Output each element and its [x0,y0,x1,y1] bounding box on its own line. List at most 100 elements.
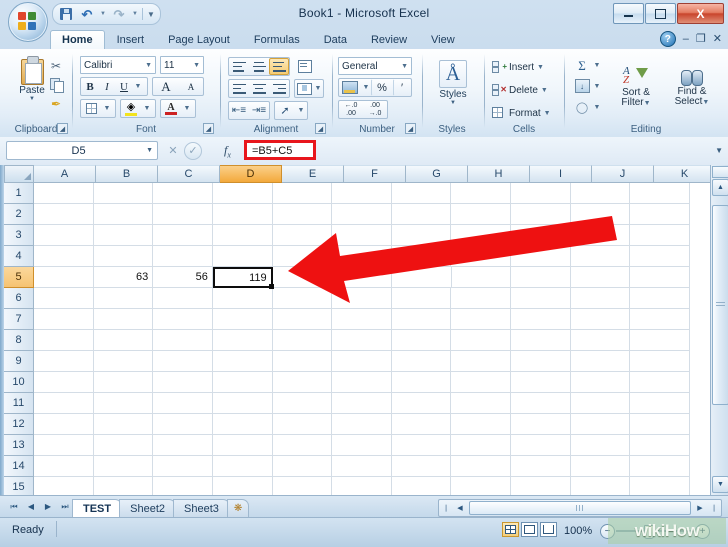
cell-J5[interactable] [570,267,631,288]
formula-input[interactable]: =B5+C5 [252,145,292,157]
cell-D8[interactable] [212,330,273,351]
font-color-dropdown[interactable]: ▼ [181,100,193,117]
cell-A5[interactable] [34,267,94,288]
cell-B15[interactable] [94,477,154,495]
cell-H11[interactable] [451,393,512,414]
cell-K15[interactable] [630,477,690,495]
cell-G11[interactable] [391,393,452,414]
bold-button[interactable]: B [81,78,99,95]
number-dialog-launcher[interactable]: ◢ [405,123,416,134]
cell-E5[interactable] [272,267,333,288]
cell-E7[interactable] [272,309,333,330]
cell-A15[interactable] [34,477,94,495]
insert-worksheet-button[interactable]: ❋ [226,499,250,517]
cell-F6[interactable] [332,288,392,309]
accounting-format-button[interactable] [339,79,361,96]
cell-E3[interactable] [272,225,333,246]
fill-color-dropdown[interactable]: ▼ [141,100,153,117]
expand-formula-bar-button[interactable]: ▼ [715,146,723,155]
cell-K8[interactable] [630,330,690,351]
cell-D9[interactable] [212,351,273,372]
column-header-B[interactable]: B [96,165,158,183]
cell-I6[interactable] [511,288,571,309]
cell-K3[interactable] [630,225,690,246]
cell-B5[interactable]: 63 [93,267,154,288]
vertical-scrollbar[interactable]: ▲ ▼ [710,165,728,495]
orientation-dropdown[interactable]: ▼ [295,102,307,119]
redo-button[interactable]: ↷ [110,6,128,23]
cell-H12[interactable] [451,414,512,435]
cell-D13[interactable] [212,435,273,456]
borders-button[interactable] [81,100,101,117]
fill-button[interactable]: ↓ [572,77,592,95]
doc-close-button[interactable]: ✕ [713,33,722,45]
cell-J3[interactable] [570,225,631,246]
cell-J9[interactable] [570,351,631,372]
cell-F3[interactable] [332,225,392,246]
cell-J4[interactable] [570,246,631,267]
cell-J10[interactable] [570,372,631,393]
cell-G4[interactable] [391,246,452,267]
insert-cells-button[interactable]: + Insert ▼ [492,56,544,78]
cell-H5[interactable] [451,267,512,288]
decrease-indent-button[interactable]: ⇤≡ [229,102,249,119]
column-header-G[interactable]: G [406,165,468,183]
cell-D1[interactable] [212,183,273,204]
save-button[interactable] [57,6,75,23]
accounting-dropdown[interactable]: ▼ [361,79,371,96]
cell-F13[interactable] [332,435,392,456]
cell-A8[interactable] [34,330,94,351]
cell-B4[interactable] [93,246,154,267]
cell-J2[interactable] [570,204,631,225]
cell-G14[interactable] [391,456,452,477]
column-header-H[interactable]: H [468,165,530,183]
cell-E12[interactable] [272,414,333,435]
row-header-10[interactable]: 10 [4,372,34,393]
cell-A14[interactable] [34,456,94,477]
row-header-4[interactable]: 4 [4,246,34,267]
h-split-box-right[interactable]: ❘ [707,501,721,515]
cancel-formula-button[interactable]: ✕ [164,141,182,160]
percent-style-button[interactable]: % [371,79,393,96]
cell-I5[interactable] [511,267,571,288]
cell-B6[interactable] [93,288,154,309]
row-header-12[interactable]: 12 [4,414,34,435]
tab-home[interactable]: Home [50,30,105,50]
cell-C10[interactable] [153,372,213,393]
merge-center-dropdown[interactable]: ▼ [313,80,323,97]
cell-D4[interactable] [212,246,273,267]
cut-button[interactable]: ✂ [46,57,66,74]
cell-A12[interactable] [34,414,94,435]
column-header-D[interactable]: D [220,165,282,183]
increase-indent-button[interactable]: ⇥≡ [249,102,269,119]
minimize-button[interactable] [613,3,644,24]
cell-K14[interactable] [630,456,690,477]
cell-I7[interactable] [511,309,571,330]
cell-D6[interactable] [212,288,273,309]
cell-I14[interactable] [511,456,571,477]
name-box[interactable]: D5 ▼ [6,141,158,160]
cell-J14[interactable] [570,456,631,477]
cell-K6[interactable] [630,288,690,309]
alignment-dialog-launcher[interactable]: ◢ [315,123,326,134]
cell-F14[interactable] [332,456,392,477]
row-header-11[interactable]: 11 [4,393,34,414]
styles-button[interactable]: Å Styles ▼ [430,60,476,112]
cell-G8[interactable] [391,330,452,351]
cell-C12[interactable] [153,414,213,435]
cell-J1[interactable] [570,183,631,204]
cell-A6[interactable] [34,288,94,309]
cell-C14[interactable] [153,456,213,477]
sheet-tab-sheet2[interactable]: Sheet2 [119,499,176,517]
row-header-8[interactable]: 8 [4,330,34,351]
cell-B10[interactable] [93,372,154,393]
cell-F10[interactable] [332,372,392,393]
cell-B3[interactable] [93,225,154,246]
cell-B9[interactable] [93,351,154,372]
cell-D11[interactable] [212,393,273,414]
normal-view-button[interactable] [502,522,519,537]
next-sheet-button[interactable]: ▶ [40,499,56,514]
number-format-combo[interactable]: General ▼ [338,57,412,75]
tab-data[interactable]: Data [312,30,359,50]
cell-G1[interactable] [391,183,452,204]
